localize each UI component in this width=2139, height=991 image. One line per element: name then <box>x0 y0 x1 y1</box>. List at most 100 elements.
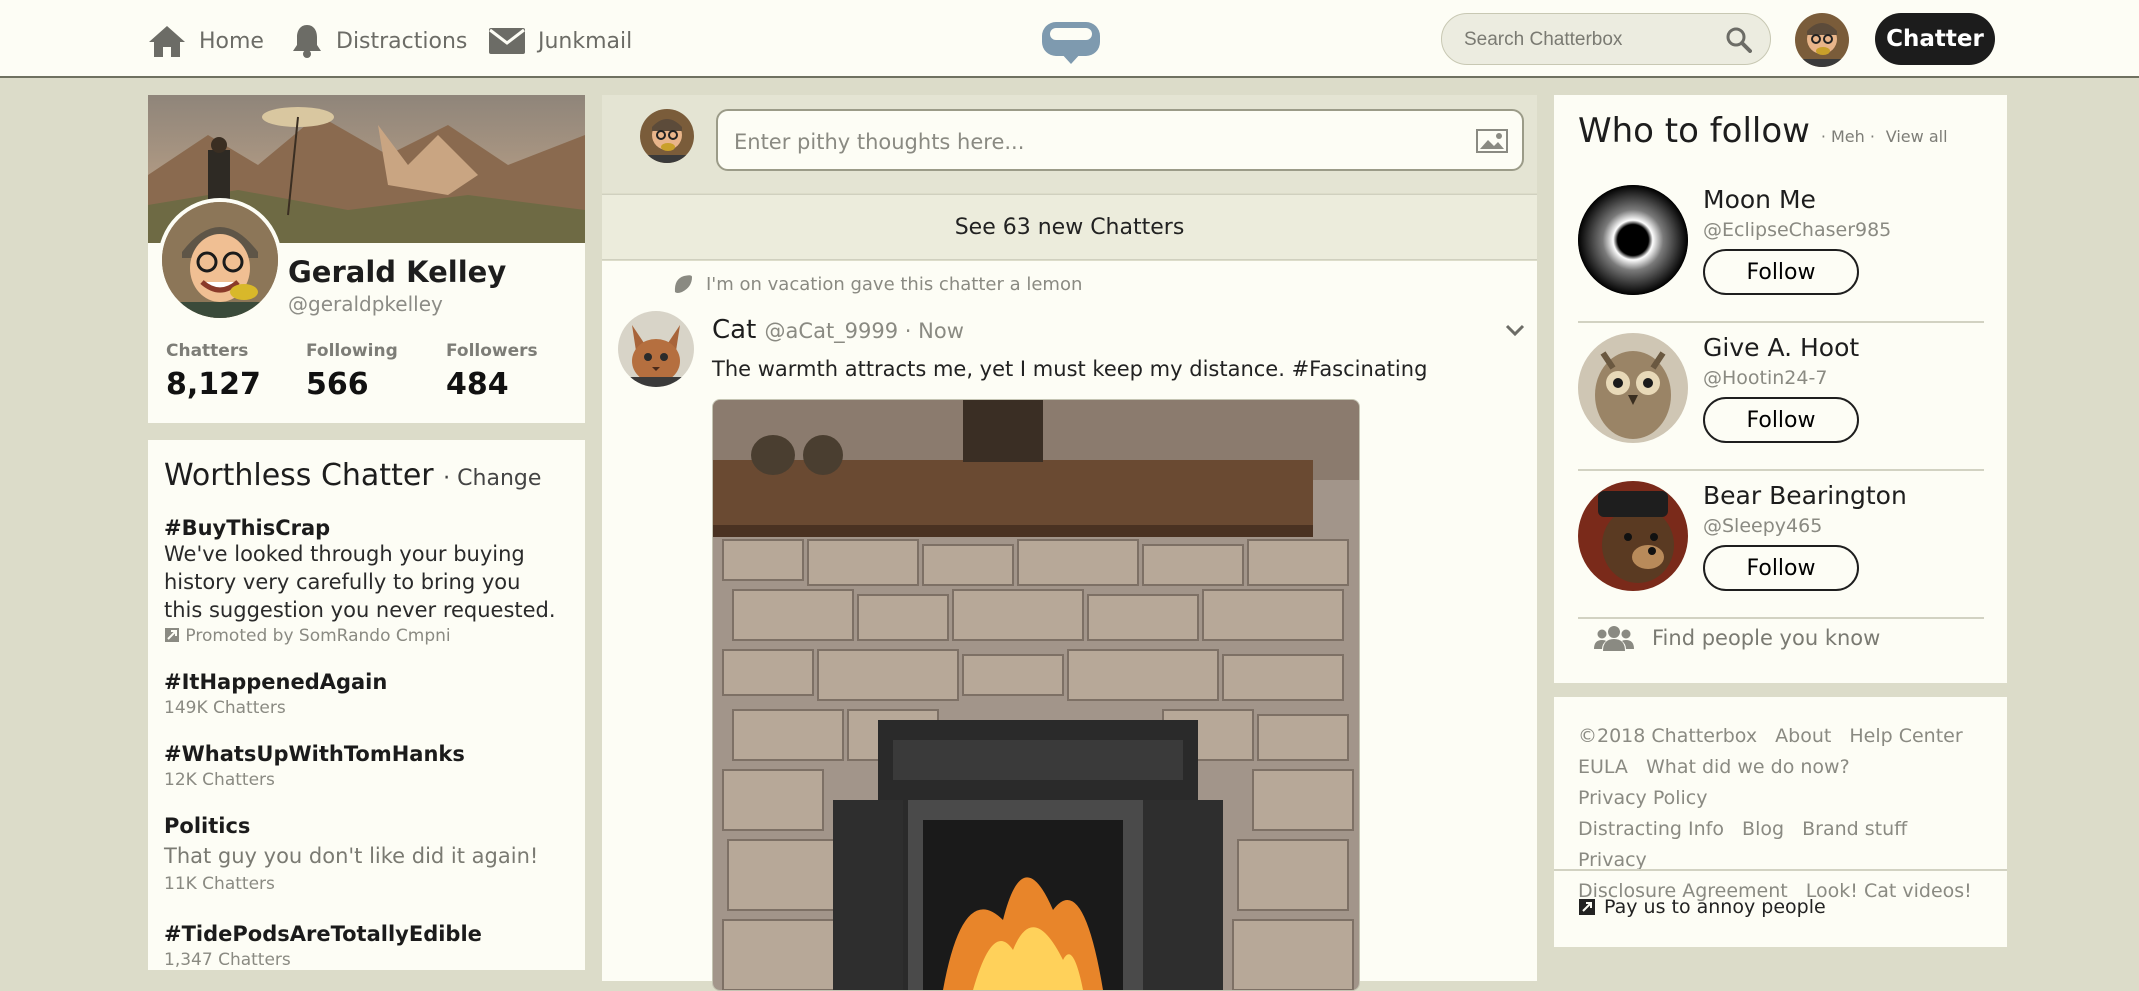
trend-promoted-label: Promoted by SomRando Cmpni <box>185 626 451 646</box>
trend-description: That guy you don't like did it again! <box>164 844 539 868</box>
suggestion-avatar[interactable] <box>1578 185 1688 295</box>
suggestion-handle[interactable]: @EclipseChaser985 <box>1703 219 1891 241</box>
top-navigation-bar: Home Distractions Junkmail Search Chatte… <box>0 0 2139 78</box>
trends-change-link[interactable]: · Change <box>443 466 541 491</box>
trends-title: Worthless Chatter <box>164 458 434 493</box>
post-author-avatar[interactable] <box>618 311 694 387</box>
nav-home[interactable]: Home <box>147 22 264 60</box>
trend-tag: Politics <box>164 814 251 838</box>
see-new-chatters-bar[interactable]: See 63 new Chatters <box>602 194 1537 260</box>
post-meta[interactable]: @aCat_9999 · Now <box>765 319 964 343</box>
stat-followers[interactable]: Followers 484 <box>446 341 538 402</box>
compose-box[interactable] <box>716 109 1524 171</box>
trend-item[interactable]: #BuyThisCrap We've looked through your b… <box>164 516 564 646</box>
search-box[interactable] <box>1441 13 1771 66</box>
trend-count: 149K Chatters <box>164 698 286 718</box>
profile-handle[interactable]: @geraldpkelley <box>288 292 443 316</box>
trend-item[interactable]: Politics That guy you don't like did it … <box>164 814 564 894</box>
find-people-link[interactable]: Find people you know <box>1594 625 1880 651</box>
chatterbox-logo[interactable] <box>1040 20 1102 68</box>
nav-junkmail[interactable]: Junkmail <box>488 22 632 60</box>
trend-tag: #ItHappenedAgain <box>164 670 388 694</box>
post-image[interactable] <box>712 399 1360 991</box>
stat-value: 566 <box>306 367 369 402</box>
suggestion-name[interactable]: Bear Bearington <box>1703 481 1907 510</box>
follow-button[interactable]: Follow <box>1703 249 1859 295</box>
trend-count: 1,347 Chatters <box>164 950 291 970</box>
follow-button[interactable]: Follow <box>1703 397 1859 443</box>
trend-item[interactable]: #ItHappenedAgain 149K Chatters <box>164 670 564 718</box>
bear-avatar-image <box>1578 481 1688 591</box>
bell-icon <box>293 25 321 58</box>
trend-item[interactable]: #TidePodsAreTotallyEdible 1,347 Chatters <box>164 922 564 970</box>
trends-header: Worthless Chatter · Change <box>164 458 541 493</box>
suggestion-handle[interactable]: @Hootin24-7 <box>1703 367 1827 389</box>
image-upload-icon[interactable] <box>1476 129 1508 153</box>
footer-divider <box>1554 869 2007 871</box>
stat-value: 8,127 <box>166 367 261 402</box>
envelope-icon <box>489 28 525 54</box>
nav-junkmail-label: Junkmail <box>538 28 633 54</box>
compose-area <box>602 95 1537 193</box>
footer-link-privacy[interactable]: Privacy <box>1578 849 1647 871</box>
footer-link-blog[interactable]: Blog <box>1742 818 1784 840</box>
nav-distractions[interactable]: Distractions <box>290 22 467 60</box>
compose-avatar <box>640 109 694 163</box>
suggestion-avatar[interactable] <box>1578 481 1688 591</box>
nav-distractions-label: Distractions <box>336 28 468 54</box>
promoted-icon <box>1579 899 1595 915</box>
trend-tag: #TidePodsAreTotallyEdible <box>164 922 482 946</box>
stat-following[interactable]: Following 566 <box>306 341 398 402</box>
advertise-label: Pay us to annoy people <box>1604 896 1826 918</box>
fireplace-photo <box>713 400 1359 990</box>
profile-card: Gerald Kelley @geraldpkelley Chatters 8,… <box>148 95 585 423</box>
follow-suggestion: Moon Me @EclipseChaser985 Follow <box>1578 173 1984 323</box>
meh-link[interactable]: · Meh · <box>1821 127 1875 146</box>
footer-link-distracting-info[interactable]: Distracting Info <box>1578 818 1724 840</box>
trends-panel: Worthless Chatter · Change #BuyThisCrap … <box>148 440 585 970</box>
compose-avatar-image <box>640 109 694 163</box>
profile-avatar[interactable] <box>158 198 282 322</box>
user-avatar[interactable] <box>1795 13 1849 67</box>
stat-chatters[interactable]: Chatters 8,127 <box>166 341 261 402</box>
suggestion-name[interactable]: Give A. Hoot <box>1703 333 1859 362</box>
trend-promoted: Promoted by SomRando Cmpni <box>164 626 564 646</box>
follow-button[interactable]: Follow <box>1703 545 1859 591</box>
profile-name[interactable]: Gerald Kelley <box>288 255 506 289</box>
trend-description: We've looked through your buying history… <box>164 542 556 622</box>
owl-avatar-image <box>1578 333 1688 443</box>
post-header: Cat @aCat_9999 · Now <box>712 315 964 345</box>
chevron-down-icon[interactable] <box>1505 323 1525 337</box>
promoted-icon <box>165 628 179 642</box>
post-context: I'm on vacation gave this chatter a lemo… <box>672 273 1082 295</box>
chatter-button[interactable]: Chatter <box>1875 13 1995 65</box>
footer-link-eula[interactable]: EULA <box>1578 756 1628 778</box>
trend-tag: #WhatsUpWithTomHanks <box>164 742 465 766</box>
suggestion-handle[interactable]: @Sleepy465 <box>1703 515 1822 537</box>
search-input[interactable] <box>1462 14 1726 66</box>
cat-avatar-image <box>618 311 694 387</box>
nav-home-label: Home <box>199 28 264 54</box>
footer-link-what-did-we-do[interactable]: What did we do now? <box>1646 756 1850 778</box>
footer-panel: ©2018 Chatterbox About Help Center EULA … <box>1554 697 2007 947</box>
compose-input[interactable] <box>732 121 1436 163</box>
follow-suggestion: Bear Bearington @Sleepy465 Follow <box>1578 469 1984 619</box>
post-context-label: I'm on vacation gave this chatter a lemo… <box>706 273 1083 295</box>
home-icon <box>149 26 185 57</box>
search-icon[interactable] <box>1726 27 1752 53</box>
post-author-name[interactable]: Cat <box>712 315 756 345</box>
who-to-follow-panel: Who to follow · Meh · View all Moon Me @… <box>1554 95 2007 683</box>
trend-item[interactable]: #WhatsUpWithTomHanks 12K Chatters <box>164 742 564 790</box>
suggestion-name[interactable]: Moon Me <box>1703 185 1816 214</box>
footer-link-help-center[interactable]: Help Center <box>1849 725 1962 747</box>
view-all-link[interactable]: View all <box>1886 127 1948 146</box>
post-text: The warmth attracts me, yet I must keep … <box>712 357 1428 381</box>
footer-link-brand-stuff[interactable]: Brand stuff <box>1802 818 1907 840</box>
eclipse-avatar-image <box>1578 185 1688 295</box>
suggestion-avatar[interactable] <box>1578 333 1688 443</box>
advertise-link[interactable]: Pay us to annoy people <box>1578 896 1826 918</box>
speech-bubble-logo-icon <box>1042 22 1100 64</box>
footer-link-privacy-policy[interactable]: Privacy Policy <box>1578 787 1707 809</box>
footer-link-about[interactable]: About <box>1775 725 1831 747</box>
footer-link-cat-videos[interactable]: Look! Cat videos! <box>1806 880 1972 902</box>
